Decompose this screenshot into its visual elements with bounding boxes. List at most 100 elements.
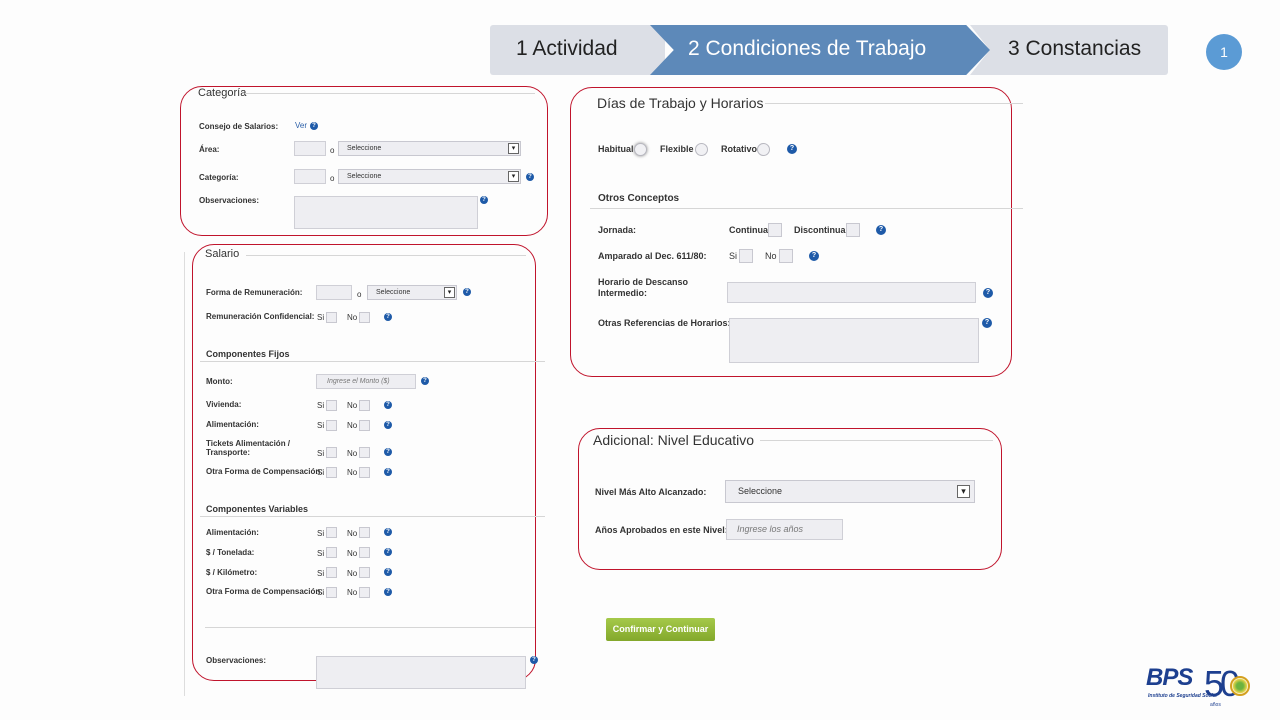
continua-checkbox[interactable] xyxy=(768,223,782,237)
help-icon[interactable]: ? xyxy=(384,421,392,429)
forma-or-label: o xyxy=(357,290,362,299)
categoria-select[interactable]: Seleccione ▾ xyxy=(338,169,521,184)
dias-divider xyxy=(765,103,1023,104)
tonelada-label: $ / Tonelada: xyxy=(206,548,255,557)
habitual-radio[interactable] xyxy=(634,143,647,156)
si-label: Si xyxy=(317,449,325,458)
no-label: No xyxy=(347,549,358,558)
amparado-si-checkbox[interactable] xyxy=(739,249,753,263)
salario-obs-label: Observaciones: xyxy=(206,656,267,665)
help-icon[interactable]: ? xyxy=(530,656,538,664)
help-icon[interactable]: ? xyxy=(384,468,392,476)
help-icon[interactable]: ? xyxy=(876,225,886,235)
flexible-radio[interactable] xyxy=(695,143,708,156)
continua-label: Continua xyxy=(729,225,768,235)
forma-code-input[interactable] xyxy=(316,285,352,300)
si-label: Si xyxy=(317,421,325,430)
monto-label: Monto: xyxy=(206,377,233,386)
help-icon[interactable]: ? xyxy=(384,313,392,321)
kilometro-si-checkbox[interactable] xyxy=(326,567,337,578)
salario-obs-textarea[interactable] xyxy=(316,656,526,689)
help-icon[interactable]: ? xyxy=(384,401,392,409)
alimentacion-var-no-checkbox[interactable] xyxy=(359,527,370,538)
descanso-label-line1: Horario de Descanso xyxy=(598,277,689,287)
area-code-input[interactable] xyxy=(294,141,326,156)
otra-compensacion-fijo-label: Otra Forma de Compensación: xyxy=(206,467,323,476)
otra-var-si-checkbox[interactable] xyxy=(326,587,337,598)
help-icon[interactable]: ? xyxy=(787,144,797,154)
help-icon[interactable]: ? xyxy=(310,122,318,130)
descanso-input[interactable] xyxy=(727,282,976,303)
step-constancias[interactable]: 3 Constancias xyxy=(970,25,1168,75)
no-label: No xyxy=(347,569,358,578)
help-icon[interactable]: ? xyxy=(384,528,392,536)
otra-fijo-si-checkbox[interactable] xyxy=(326,467,337,478)
no-label: No xyxy=(347,468,358,477)
otra-var-no-checkbox[interactable] xyxy=(359,587,370,598)
tickets-si-checkbox[interactable] xyxy=(326,447,337,458)
help-icon[interactable]: ? xyxy=(526,173,534,181)
alimentacion-fijo-no-checkbox[interactable] xyxy=(359,420,370,431)
bps-logo-text: BPS xyxy=(1146,664,1193,691)
bps-logo-small: años xyxy=(1210,702,1221,708)
no-label: No xyxy=(347,313,358,322)
otra-fijo-no-checkbox[interactable] xyxy=(359,467,370,478)
help-icon[interactable]: ? xyxy=(480,196,488,204)
forma-select[interactable]: Seleccione ▾ xyxy=(367,285,457,300)
categoria-obs-textarea[interactable] xyxy=(294,196,478,229)
anios-input[interactable]: Ingrese los años xyxy=(726,519,843,540)
help-icon[interactable]: ? xyxy=(384,588,392,596)
consejo-label: Consejo de Salarios: xyxy=(199,122,279,131)
chevron-down-icon: ▾ xyxy=(444,287,455,298)
anios-label: Años Aprobados en este Nivel: xyxy=(595,525,728,535)
salario-divider xyxy=(246,255,526,256)
categoria-divider xyxy=(245,93,535,94)
vivienda-no-checkbox[interactable] xyxy=(359,400,370,411)
help-icon[interactable]: ? xyxy=(983,288,993,298)
vivienda-label: Vivienda: xyxy=(206,400,242,409)
componentes-fijos-title: Componentes Fijos xyxy=(206,349,290,359)
chevron-down-icon: ▾ xyxy=(508,171,519,182)
help-icon[interactable]: ? xyxy=(982,318,992,328)
step-actividad[interactable]: 1 Actividad xyxy=(490,25,665,75)
area-label: Área: xyxy=(199,145,220,154)
categoria-code-input[interactable] xyxy=(294,169,326,184)
categoria-obs-label: Observaciones: xyxy=(199,196,260,205)
si-label: Si xyxy=(317,529,325,538)
si-label: Si xyxy=(317,549,325,558)
nivel-label: Nivel Más Alto Alcanzado: xyxy=(595,487,707,497)
dias-title: Días de Trabajo y Horarios xyxy=(597,95,764,111)
vivienda-si-checkbox[interactable] xyxy=(326,400,337,411)
salario-left-border xyxy=(184,252,185,696)
tonelada-no-checkbox[interactable] xyxy=(359,547,370,558)
otras-referencias-textarea[interactable] xyxy=(729,318,979,363)
confidencial-si-checkbox[interactable] xyxy=(326,312,337,323)
otras-referencias-label: Otras Referencias de Horarios: xyxy=(598,318,731,328)
tickets-no-checkbox[interactable] xyxy=(359,447,370,458)
educativo-divider xyxy=(760,440,993,441)
kilometro-no-checkbox[interactable] xyxy=(359,567,370,578)
discontinua-label: Discontinua xyxy=(794,225,846,235)
help-icon[interactable]: ? xyxy=(463,288,471,296)
chevron-down-icon: ▾ xyxy=(508,143,519,154)
nivel-select[interactable]: Seleccione ▾ xyxy=(725,480,975,503)
area-select[interactable]: Seleccione ▾ xyxy=(338,141,521,156)
logo-emblem-icon xyxy=(1230,676,1250,696)
alimentacion-var-si-checkbox[interactable] xyxy=(326,527,337,538)
amparado-no-checkbox[interactable] xyxy=(779,249,793,263)
help-icon[interactable]: ? xyxy=(809,251,819,261)
alimentacion-fijo-si-checkbox[interactable] xyxy=(326,420,337,431)
tonelada-si-checkbox[interactable] xyxy=(326,547,337,558)
help-icon[interactable]: ? xyxy=(384,568,392,576)
consejo-ver-link[interactable]: Ver xyxy=(295,121,307,130)
help-icon[interactable]: ? xyxy=(384,548,392,556)
help-icon[interactable]: ? xyxy=(421,377,429,385)
step-condiciones-de-trabajo[interactable]: 2 Condiciones de Trabajo xyxy=(650,25,990,75)
confidencial-no-checkbox[interactable] xyxy=(359,312,370,323)
discontinua-checkbox[interactable] xyxy=(846,223,860,237)
confirmar-continuar-button[interactable]: Confirmar y Continuar xyxy=(606,618,715,641)
rotativo-radio[interactable] xyxy=(757,143,770,156)
descanso-label-line2: Intermedio: xyxy=(598,288,648,298)
help-icon[interactable]: ? xyxy=(384,448,392,456)
monto-input[interactable]: Ingrese el Monto ($) xyxy=(316,374,416,389)
